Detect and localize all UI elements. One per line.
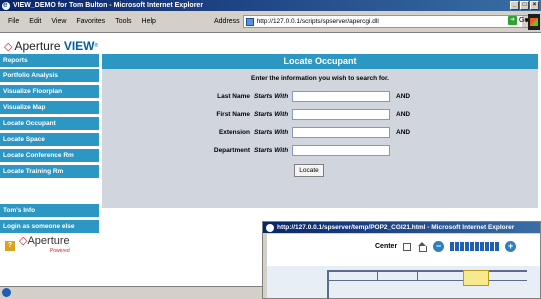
popup-body: Center − + [267, 234, 540, 299]
sidebar-item-locate-occupant[interactable]: Locate Occupant [0, 117, 99, 130]
ie-icon [2, 0, 10, 10]
floorplan-wall [377, 270, 378, 281]
window-controls: _ □ × [510, 1, 539, 10]
windows-logo-icon [528, 14, 540, 30]
highlighted-room[interactable] [463, 270, 489, 286]
menu-file[interactable]: File [8, 18, 19, 25]
sidebar-item-locate-training-rm[interactable]: Locate Training Rm [0, 165, 99, 178]
menu-bar: File Edit View Favorites Tools Help [0, 18, 156, 25]
aperture-view-logo: ◇ Aperture VIEW ® [4, 39, 98, 53]
address-label: Address [214, 18, 240, 25]
address-input[interactable]: http://127.0.0.1/scripts/spserver/apercg… [242, 15, 533, 28]
center-checkbox[interactable] [403, 242, 412, 251]
center-label: Center [375, 243, 398, 250]
department-label: Department [213, 147, 250, 154]
popup-title: http://127.0.0.1/spserver/temp/POP2_CGI2… [277, 224, 515, 231]
home-icon[interactable] [417, 242, 428, 252]
sidebar-item-visualize-map[interactable]: Visualize Map [0, 101, 99, 114]
logo-mark: ® [94, 43, 99, 49]
first-name-row: First Name Starts With AND [192, 109, 410, 120]
sidebar-item-visualize-floorplan[interactable]: Visualize Floorplan [0, 85, 99, 98]
help-icon[interactable]: ? [5, 241, 15, 251]
extension-and: AND [396, 129, 411, 136]
menu-view[interactable]: View [51, 18, 66, 25]
status-ie-icon [2, 288, 11, 297]
locate-button[interactable]: Locate [294, 164, 324, 177]
sidebar-item-locate-conference-rm[interactable]: Locate Conference Rm [0, 149, 99, 162]
extension-label: Extension [218, 129, 250, 136]
floorplan-wall [327, 280, 527, 281]
sidebar-item-portfolio-analysis[interactable]: Portfolio Analysis [0, 69, 99, 82]
locate-occupant-panel: Locate Occupant Enter the information yo… [102, 54, 538, 208]
floorplan-wall [327, 270, 527, 272]
page-title: Locate Occupant [102, 54, 538, 69]
instructions-text: Enter the information you wish to search… [251, 75, 389, 82]
aperture-mark-icon: ◇ [4, 40, 13, 53]
department-input[interactable] [292, 145, 390, 156]
last-name-row: Last Name Starts With AND [192, 91, 410, 102]
powered-brand: ◇Aperture Powered [19, 236, 70, 256]
address-url: http://127.0.0.1/scripts/spserver/apercg… [256, 18, 379, 25]
popup-toolbar: Center − + [375, 241, 517, 252]
department-row: Department Starts With [192, 145, 390, 156]
first-name-operator: Starts With [254, 111, 289, 118]
floorplan-wall [327, 270, 329, 299]
floorplan-canvas[interactable] [267, 266, 540, 299]
first-name-input[interactable] [292, 109, 390, 120]
browser-toolbar: File Edit View Favorites Tools Help Addr… [0, 11, 541, 33]
logo-product: VIEW [63, 39, 95, 53]
popup-ie-icon [266, 223, 274, 232]
menu-tools[interactable]: Tools [115, 18, 131, 25]
window-title: VIEW_DEMO for Tom Bulton - Microsoft Int… [13, 2, 204, 9]
go-arrow-icon: ➜ [508, 16, 517, 25]
extension-row: Extension Starts With AND [192, 127, 410, 138]
page-icon [245, 17, 254, 26]
department-operator: Starts With [254, 147, 289, 154]
sidebar-item-toms-info[interactable]: Tom's Info [0, 204, 99, 217]
sidebar-account-nav: Tom's Info Login as someone else [0, 204, 99, 236]
extension-input[interactable] [292, 127, 390, 138]
close-button[interactable]: × [530, 1, 539, 10]
extension-operator: Starts With [254, 129, 289, 136]
first-name-and: AND [396, 111, 411, 118]
menu-edit[interactable]: Edit [29, 18, 41, 25]
sidebar-item-login-as-someone-else[interactable]: Login as someone else [0, 220, 99, 233]
maximize-button[interactable]: □ [520, 1, 529, 10]
logo-brand: Aperture [14, 39, 61, 53]
go-label: Go [519, 17, 529, 24]
sidebar-item-locate-space[interactable]: Locate Space [0, 133, 99, 146]
sidebar-nav: Reports Portfolio Analysis Visualize Flo… [0, 54, 99, 181]
powered-label: Powered [49, 248, 70, 254]
last-name-and: AND [396, 93, 411, 100]
menu-help[interactable]: Help [142, 18, 156, 25]
floorplan-wall [417, 270, 418, 281]
go-button[interactable]: ➜ Go [508, 16, 528, 25]
popup-titlebar: http://127.0.0.1/spserver/temp/POP2_CGI2… [263, 222, 540, 233]
powered-by-logo: ? ◇Aperture Powered [5, 236, 70, 256]
address-bar: Address http://127.0.0.1/scripts/spserve… [214, 15, 533, 28]
zoom-slider[interactable] [450, 242, 500, 251]
zoom-out-icon[interactable]: − [433, 241, 445, 252]
last-name-label: Last Name [217, 93, 250, 100]
minimize-button[interactable]: _ [510, 1, 519, 10]
last-name-operator: Starts With [254, 93, 289, 100]
zoom-in-icon[interactable]: + [505, 241, 517, 252]
first-name-label: First Name [216, 111, 250, 118]
menu-favorites[interactable]: Favorites [76, 18, 105, 25]
status-bar [0, 286, 262, 299]
floorplan-popup-window: http://127.0.0.1/spserver/temp/POP2_CGI2… [262, 221, 541, 299]
sidebar-item-reports[interactable]: Reports [0, 54, 99, 67]
window-titlebar: VIEW_DEMO for Tom Bulton - Microsoft Int… [0, 0, 541, 11]
last-name-input[interactable] [292, 91, 390, 102]
